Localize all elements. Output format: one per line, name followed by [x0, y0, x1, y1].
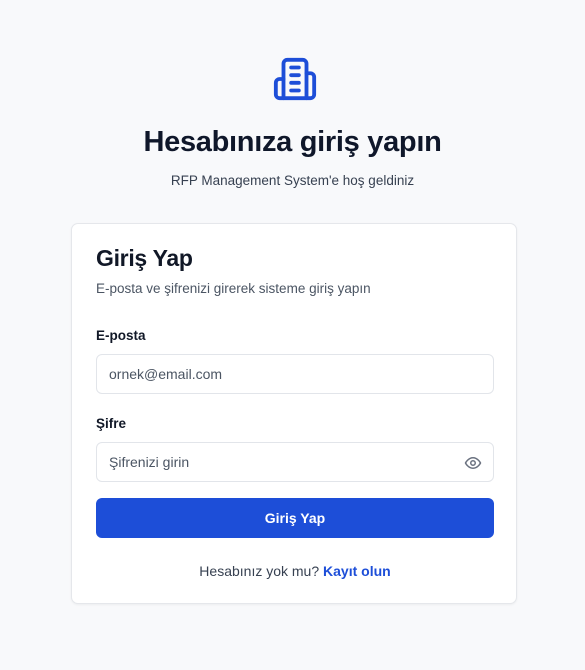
page-subtitle: RFP Management System'e hoş geldiniz: [170, 173, 415, 188]
page-title: Hesabınıza giriş yapın: [143, 126, 442, 158]
register-prompt-text: Hesabınız yok mu?: [199, 563, 320, 579]
register-prompt: Hesabınız yok mu? Kayıt olun: [72, 563, 518, 579]
password-field-box: [96, 442, 494, 482]
eye-icon[interactable]: [464, 454, 482, 472]
building-icon: [273, 57, 317, 101]
email-label: E-posta: [96, 328, 146, 343]
register-link[interactable]: Kayıt olun: [323, 563, 391, 579]
email-field[interactable]: [97, 355, 449, 393]
password-label: Şifre: [96, 416, 127, 431]
login-button[interactable]: Giriş Yap: [96, 498, 494, 538]
login-page: Hesabınıza giriş yapın RFP Management Sy…: [0, 0, 585, 670]
card-description: E-posta ve şifrenizi girerek sisteme gir…: [96, 281, 371, 296]
card-title: Giriş Yap: [96, 245, 193, 271]
login-card: Giriş Yap E-posta ve şifrenizi girerek s…: [71, 223, 517, 604]
email-field-box: [96, 354, 494, 394]
password-field[interactable]: [97, 443, 449, 481]
